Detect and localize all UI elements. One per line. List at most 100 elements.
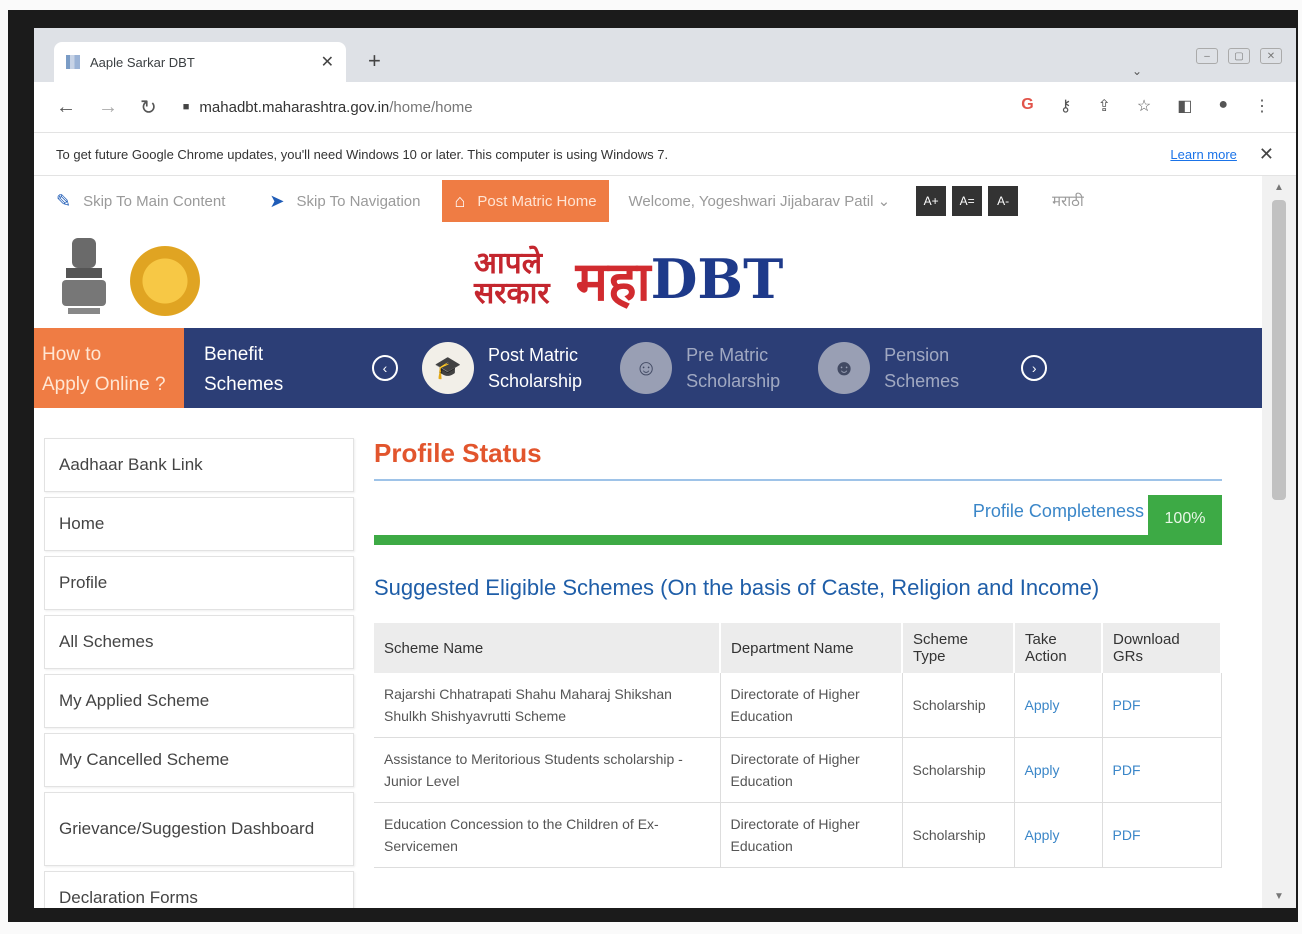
key-icon[interactable]: ⚷ bbox=[1060, 96, 1072, 116]
scheme-label-line1: Pre Matric bbox=[686, 345, 769, 365]
state-emblem-icon bbox=[62, 238, 106, 314]
favicon-icon bbox=[66, 55, 80, 69]
skip-nav-label: Skip To Navigation bbox=[296, 192, 421, 210]
profile-completeness-label: Profile Completeness bbox=[972, 501, 1144, 521]
department-cell: Directorate of Higher Education bbox=[720, 673, 903, 738]
sidebar-item-my-applied-scheme[interactable]: My Applied Scheme bbox=[44, 674, 354, 728]
scheme-name-cell: Rajarshi Chhatrapati Shahu Maharaj Shiks… bbox=[374, 673, 721, 738]
aaple-text: आपले bbox=[474, 246, 543, 281]
scheme-label-line2: Scholarship bbox=[686, 371, 781, 391]
apply-link[interactable]: Apply bbox=[1014, 802, 1103, 868]
font-reset-button[interactable]: A= bbox=[952, 186, 983, 216]
sidebar-item-profile[interactable]: Profile bbox=[44, 556, 354, 610]
benefit-schemes-label: Benefit Schemes bbox=[184, 328, 336, 408]
close-infobar-icon[interactable]: ✕ bbox=[1259, 144, 1274, 165]
window-controls: – ▢ ✕ bbox=[1196, 48, 1282, 64]
column-header: Scheme Name bbox=[374, 623, 721, 673]
sidebar-item-declaration-forms[interactable]: Declaration Forms bbox=[44, 871, 354, 908]
home-icon: ⌂ bbox=[454, 190, 466, 211]
profile-icon[interactable]: ● bbox=[1218, 96, 1228, 116]
utility-bar: ✎ Skip To Main Content ➤ Skip To Navigat… bbox=[34, 176, 1262, 226]
close-window-icon[interactable]: ✕ bbox=[1260, 48, 1282, 64]
suggested-schemes-heading: Suggested Eligible Schemes (On the basis… bbox=[374, 575, 1100, 600]
tab-search-icon[interactable]: ⌄ bbox=[1132, 64, 1142, 78]
address-bar[interactable]: ■ mahadbt.maharashtra.gov.in/home/home bbox=[183, 99, 473, 116]
learn-more-link[interactable]: Learn more bbox=[1170, 147, 1236, 162]
schemes-table: Scheme Name Department Name Scheme Type … bbox=[374, 623, 1222, 868]
how-to-apply-link[interactable]: How to Apply Online ? bbox=[34, 328, 184, 408]
sidebar-item-home[interactable]: Home bbox=[44, 497, 354, 551]
share-icon[interactable]: ⇪ bbox=[1097, 96, 1110, 116]
sidebar-item-grievance-dashboard[interactable]: Grievance/Suggestion Dashboard bbox=[44, 792, 354, 866]
scrollbar-thumb[interactable] bbox=[1272, 200, 1286, 500]
skip-main-link[interactable]: ✎ Skip To Main Content bbox=[34, 191, 247, 212]
department-cell: Directorate of Higher Education bbox=[720, 737, 903, 803]
skip-main-label: Skip To Main Content bbox=[83, 192, 226, 210]
close-tab-icon[interactable]: ✕ bbox=[321, 52, 334, 72]
scheme-post-matric[interactable]: 🎓 Post Matric Scholarship bbox=[422, 342, 582, 394]
scroll-down-icon[interactable]: ▼ bbox=[1274, 891, 1284, 902]
progress-bar bbox=[374, 535, 1222, 545]
maha-text: महा bbox=[575, 249, 651, 313]
scheme-label-line1: Pension bbox=[884, 345, 950, 365]
maximize-icon[interactable]: ▢ bbox=[1228, 48, 1250, 64]
skip-nav-link[interactable]: ➤ Skip To Navigation bbox=[247, 191, 442, 212]
sarkar-text: सरकार bbox=[474, 276, 550, 311]
tab-title: Aaple Sarkar DBT bbox=[90, 54, 195, 70]
google-icon[interactable]: G bbox=[1021, 96, 1033, 116]
scroll-up-icon[interactable]: ▲ bbox=[1274, 182, 1284, 193]
column-header: Department Name bbox=[720, 623, 903, 673]
carousel-prev-icon[interactable]: ‹ bbox=[372, 355, 398, 381]
browser-tab[interactable]: Aaple Sarkar DBT ✕ bbox=[54, 42, 346, 82]
welcome-text: Welcome, Yogeshwari Jijabarav Patil bbox=[628, 193, 874, 210]
scheme-label-line2: Schemes bbox=[884, 371, 960, 391]
mahadbt-logo: आपले सरकार महा DBT bbox=[474, 242, 783, 316]
star-icon[interactable]: ☆ bbox=[1137, 96, 1151, 116]
scheme-label-line2: Scholarship bbox=[488, 371, 583, 391]
pdf-link[interactable]: PDF bbox=[1102, 673, 1222, 738]
welcome-user-dropdown[interactable]: Welcome, Yogeshwari Jijabarav Patil ⌄ bbox=[629, 192, 891, 210]
site-header: आपले सरकार महा DBT bbox=[34, 226, 1262, 328]
scheme-banner: How to Apply Online ? Benefit Schemes ‹ … bbox=[34, 328, 1262, 408]
pdf-link[interactable]: PDF bbox=[1102, 737, 1222, 803]
new-tab-button[interactable]: + bbox=[368, 48, 381, 74]
table-header-row: Scheme Name Department Name Scheme Type … bbox=[374, 623, 1222, 673]
browser-toolbar: ← → ↻ ■ mahadbt.maharashtra.gov.in/home/… bbox=[34, 82, 1296, 132]
aaple-sarkar-logo: आपले सरकार bbox=[474, 249, 550, 309]
column-header: Scheme Type bbox=[902, 623, 1015, 673]
sidebar-item-all-schemes[interactable]: All Schemes bbox=[44, 615, 354, 669]
post-matric-home-button[interactable]: ⌂ Post Matric Home bbox=[442, 180, 609, 222]
apply-link[interactable]: Apply bbox=[1014, 737, 1103, 803]
navigation-arrow-icon: ➤ bbox=[269, 190, 285, 211]
sidebar-item-my-cancelled-scheme[interactable]: My Cancelled Scheme bbox=[44, 733, 354, 787]
font-decrease-button[interactable]: A- bbox=[988, 186, 1019, 216]
side-panel-icon[interactable]: ◧ bbox=[1177, 96, 1192, 116]
sidebar-item-aadhaar-bank-link[interactable]: Aadhaar Bank Link bbox=[44, 438, 354, 492]
forward-icon[interactable]: → bbox=[98, 96, 118, 119]
student-icon: ☺ bbox=[620, 342, 673, 394]
scheme-label-line1: Post Matric bbox=[488, 345, 579, 365]
scheme-pension[interactable]: ☻ Pension Schemes bbox=[818, 342, 959, 394]
pdf-link[interactable]: PDF bbox=[1102, 802, 1222, 868]
minimize-icon[interactable]: – bbox=[1196, 48, 1218, 64]
how-to-line2: Apply Online ? bbox=[42, 374, 166, 395]
sidebar-menu: Aadhaar Bank Link Home Profile All Schem… bbox=[44, 438, 354, 908]
graduation-cap-icon: 🎓 bbox=[422, 342, 474, 394]
infobar-message: To get future Google Chrome updates, you… bbox=[56, 146, 669, 162]
toolbar-icons: G ⚷ ⇪ ☆ ◧ ● ⋮ bbox=[1021, 96, 1270, 116]
update-infobar: To get future Google Chrome updates, you… bbox=[34, 132, 1296, 176]
apply-link[interactable]: Apply bbox=[1014, 673, 1103, 738]
back-icon[interactable]: ← bbox=[56, 96, 76, 119]
font-increase-button[interactable]: A+ bbox=[916, 186, 947, 216]
reload-icon[interactable]: ↻ bbox=[140, 95, 157, 120]
language-switch[interactable]: मराठी bbox=[1052, 191, 1084, 211]
menu-icon[interactable]: ⋮ bbox=[1254, 96, 1270, 116]
table-row: Assistance to Meritorious Students schol… bbox=[374, 737, 1222, 803]
page-scrollbar[interactable]: ▲ ▼ bbox=[1262, 176, 1296, 908]
carousel-next-icon[interactable]: › bbox=[1021, 355, 1048, 381]
url-path: /home/home bbox=[389, 98, 473, 116]
column-header: Take Action bbox=[1014, 623, 1103, 673]
scheme-pre-matric[interactable]: ☺ Pre Matric Scholarship bbox=[620, 342, 780, 394]
scheme-name-cell: Education Concession to the Children of … bbox=[374, 802, 721, 868]
scheme-type-cell: Scholarship bbox=[902, 737, 1015, 803]
